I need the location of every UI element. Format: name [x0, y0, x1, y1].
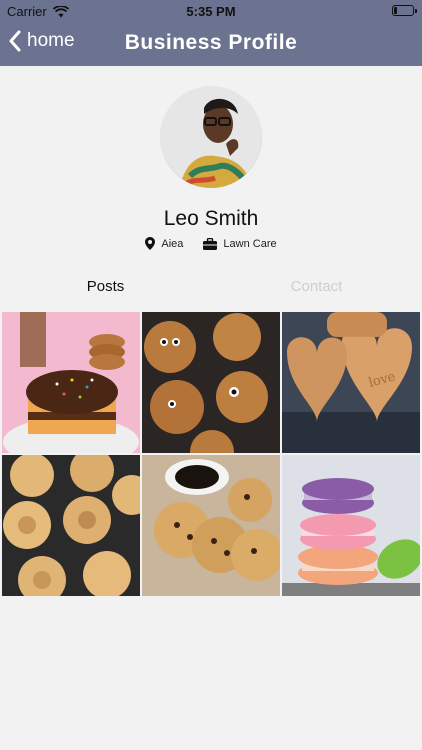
battery-fill	[394, 7, 398, 14]
category-label: Lawn Care	[223, 237, 277, 250]
avatar[interactable]	[160, 86, 262, 188]
location-label: Aiea	[161, 237, 184, 250]
status-time: 5:35 PM	[186, 4, 236, 19]
profile-tabs: Posts Contact	[0, 272, 422, 302]
briefcase-icon	[203, 237, 218, 250]
location-pin-icon	[145, 237, 156, 250]
posts-grid: love	[2, 312, 420, 596]
post-tile-2[interactable]	[142, 312, 280, 453]
post-tile-5[interactable]	[142, 455, 280, 596]
tab-contact[interactable]: Contact	[211, 272, 422, 302]
location-item: Aiea	[145, 237, 183, 250]
post-tile-4[interactable]	[2, 455, 140, 596]
profile-meta: Aiea Lawn Care	[0, 237, 422, 250]
post-tile-1[interactable]	[2, 312, 140, 453]
post-tile-3[interactable]: love	[282, 312, 420, 453]
macarons-photo	[282, 455, 420, 596]
post-tile-6[interactable]	[282, 455, 420, 596]
status-bar: Carrier 5:35 PM	[0, 0, 422, 22]
tab-posts[interactable]: Posts	[0, 272, 211, 302]
profile-photo	[160, 86, 262, 188]
frosted-cake-photo	[2, 312, 140, 453]
nav-bar: home Business Profile	[0, 22, 422, 66]
chocolate-chip-cookies-photo	[142, 455, 280, 596]
monster-cookies-photo	[142, 312, 280, 453]
profile-name: Leo Smith	[163, 207, 259, 230]
category-item: Lawn Care	[203, 237, 277, 250]
page-title: Business Profile	[124, 31, 298, 54]
battery-icon	[392, 5, 417, 16]
butter-cookies-photo	[2, 455, 140, 596]
heart-cookies-photo: love	[282, 312, 420, 453]
